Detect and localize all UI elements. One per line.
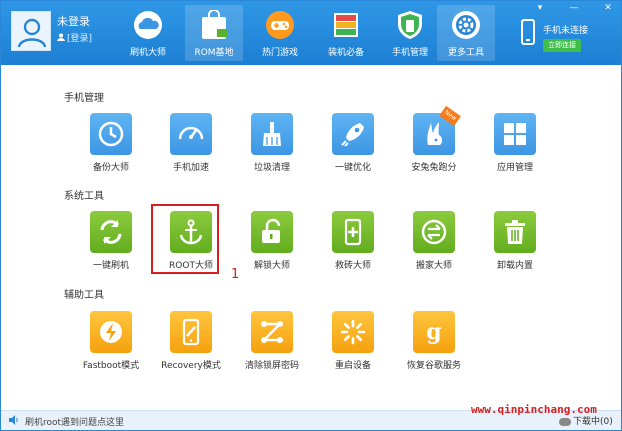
tool-label: Recovery模式 — [161, 361, 221, 371]
tool-unbrick-master[interactable]: 救砖大师 — [318, 211, 388, 275]
user-small-icon — [57, 33, 65, 41]
top-bar: 未登录 [登录] 刷机大师 ROM基地 热门游戏 装机必备 手机管理 更多工具 — [1, 1, 621, 65]
phone-plus-icon — [344, 218, 362, 246]
tool-app-manage[interactable]: 应用管理 — [480, 113, 550, 177]
avatar[interactable] — [11, 11, 51, 51]
tool-cleanup[interactable]: 垃圾清理 — [237, 113, 307, 177]
tool-label: 应用管理 — [496, 163, 533, 173]
user-icon — [17, 18, 47, 48]
tool-label: 搬家大师 — [415, 261, 452, 271]
tool-clear-lock-password[interactable]: 清除锁屏密码 — [237, 311, 307, 375]
svg-text:g: g — [426, 319, 441, 345]
gear-icon — [452, 11, 480, 39]
tool-reboot-device[interactable]: 重启设备 — [318, 311, 388, 375]
cloud-download-icon — [559, 417, 571, 426]
tool-restore-google-services[interactable]: g 恢复谷歌服务 — [399, 311, 469, 375]
connect-button[interactable]: 立即连接 — [543, 39, 581, 52]
lightning-icon — [100, 321, 122, 343]
tool-backup[interactable]: 备份大师 — [76, 113, 146, 177]
help-link[interactable]: 刷机root遇到问题点这里 — [25, 415, 124, 428]
highlight-box — [151, 204, 219, 274]
gamepad-icon — [266, 11, 294, 39]
tool-label: 重启设备 — [334, 361, 371, 371]
nav-label: 手机管理 — [391, 48, 428, 58]
dropdown-button[interactable]: ▾ — [533, 3, 547, 13]
tool-label: Fastboot模式 — [82, 361, 140, 371]
loading-icon — [340, 319, 366, 345]
minimize-button[interactable]: — — [567, 3, 581, 13]
tool-transfer-master[interactable]: 搬家大师 — [399, 211, 469, 275]
trash-icon — [505, 220, 525, 244]
login-link-label[interactable]: [登录] — [67, 34, 92, 44]
speaker-icon — [9, 415, 18, 425]
annotation-number: 1 — [231, 267, 240, 282]
phone-recovery-icon — [182, 318, 200, 346]
rabbit-icon — [427, 122, 443, 145]
nav-phone-manage[interactable]: 手机管理 — [381, 5, 439, 61]
speedometer-icon — [178, 126, 204, 140]
backup-icon — [98, 121, 124, 147]
tool-label: 备份大师 — [92, 163, 129, 173]
phone-status: 手机未连接 — [543, 26, 589, 36]
tool-label: 安兔兔跑分 — [411, 163, 457, 173]
shield-icon — [398, 11, 422, 39]
tool-fastboot[interactable]: Fastboot模式 — [76, 311, 146, 375]
login-link[interactable]: [登录] — [57, 31, 92, 44]
nav-label: 装机必备 — [327, 48, 364, 58]
refresh-icon — [100, 220, 122, 244]
nav-label: 更多工具 — [447, 48, 484, 58]
login-status: 未登录 — [57, 15, 90, 28]
tool-label: 救砖大师 — [334, 261, 371, 271]
tool-one-click-flash[interactable]: 一键刷机 — [76, 211, 146, 275]
tool-optimize[interactable]: 一键优化 — [318, 113, 388, 177]
nav-essentials[interactable]: 装机必备 — [317, 5, 375, 61]
tool-label: 一键刷机 — [92, 261, 129, 271]
rocket-icon — [341, 123, 364, 147]
tool-label: 清除锁屏密码 — [244, 361, 299, 371]
tool-label: 一键优化 — [334, 163, 371, 173]
tool-label: 垃圾清理 — [253, 163, 290, 173]
close-button[interactable]: ✕ — [601, 3, 615, 13]
layers-icon — [334, 13, 358, 37]
download-label: 下载中(0) — [573, 417, 613, 427]
tool-speedup[interactable]: 手机加速 — [156, 113, 226, 177]
download-status[interactable]: 下载中(0) — [559, 414, 613, 427]
tool-recovery[interactable]: Recovery模式 — [156, 311, 226, 375]
unlock-icon — [262, 218, 281, 243]
tool-uninstall-builtin[interactable]: 卸载内置 — [480, 211, 550, 275]
section-title-phone-manage: 手机管理 — [64, 93, 104, 104]
phone-icon — [521, 19, 535, 45]
tool-label: 卸载内置 — [496, 261, 533, 271]
tool-label: 手机加速 — [172, 163, 209, 173]
nav-label: ROM基地 — [194, 48, 234, 58]
section-title-system-tools: 系统工具 — [64, 191, 104, 202]
shopping-bag-icon — [202, 10, 227, 39]
pattern-lock-icon — [260, 321, 284, 343]
apps-grid-icon — [504, 123, 526, 145]
broom-icon — [263, 122, 281, 146]
nav-more-tools[interactable]: 更多工具 — [437, 5, 495, 61]
google-g-icon: g — [426, 319, 441, 345]
nav-hot-games[interactable]: 热门游戏 — [251, 5, 309, 61]
cloud-icon — [134, 11, 162, 39]
app-window: 未登录 [登录] 刷机大师 ROM基地 热门游戏 装机必备 手机管理 更多工具 — [0, 0, 622, 431]
tool-unlock-master[interactable]: 解锁大师 — [237, 211, 307, 275]
tool-label: 恢复谷歌服务 — [406, 361, 461, 371]
transfer-icon — [421, 219, 447, 245]
nav-label: 刷机大师 — [129, 48, 166, 58]
tool-antutu[interactable]: New 安兔兔跑分 — [399, 105, 469, 177]
nav-label: 热门游戏 — [261, 48, 298, 58]
nav-rom-base[interactable]: ROM基地 — [185, 5, 243, 61]
section-title-aux-tools: 辅助工具 — [64, 290, 104, 301]
nav-flash-master[interactable]: 刷机大师 — [119, 5, 177, 61]
tool-label: 解锁大师 — [253, 261, 290, 271]
